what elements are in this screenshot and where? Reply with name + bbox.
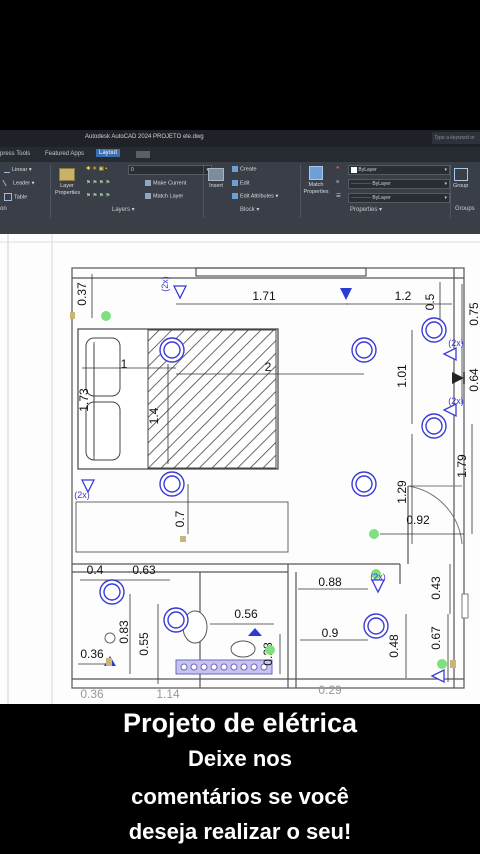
dim-114: 1.14 (156, 687, 180, 701)
insert-block-button[interactable]: Insert (208, 168, 224, 189)
tab-express-tools[interactable]: press Tools (0, 151, 30, 157)
linear-dimension-button[interactable]: Linear ▾ (4, 166, 32, 173)
dim-055: 0.55 (137, 632, 151, 656)
dim-07: 0.7 (173, 510, 187, 527)
edit-attributes-button[interactable]: Edit Attributes ▾ (232, 193, 278, 199)
linear-icon (4, 166, 10, 173)
circuit-tag: (2x) (370, 572, 386, 582)
circuit-tag: (2x) (74, 490, 90, 500)
caption-title: Projeto de elétrica (122, 708, 358, 738)
linetype-icon: ≡ (336, 179, 340, 185)
dim-048: 0.48 (387, 634, 401, 658)
window-title: Autodesk AutoCAD 2024 PROJETO ele.dwg (85, 134, 204, 140)
edit-icon (232, 180, 238, 186)
app-title-bar: Autodesk AutoCAD 2024 PROJETO ele.dwg Ty… (0, 130, 480, 147)
insert-icon (208, 168, 224, 181)
color-wheel-icon: ● (336, 165, 340, 171)
create-block-button[interactable]: Create (232, 166, 257, 172)
dim-043: 0.43 (429, 576, 443, 600)
dim-2: 2 (265, 360, 272, 374)
tab-featured-apps[interactable]: Featured Apps (45, 151, 84, 157)
annotation-panel-footer[interactable]: on (0, 206, 7, 216)
dim-092: 0.92 (406, 513, 430, 527)
dim-101: 1.01 (395, 364, 409, 388)
dim-064: 0.64 (467, 368, 480, 392)
layers-panel-footer[interactable]: Layers ▾ (112, 206, 135, 216)
search-input[interactable]: Type a keyword or (432, 132, 480, 144)
layer-dropdown[interactable]: 0▾ (128, 165, 212, 175)
properties-panel-footer[interactable]: Properties ▾ (350, 206, 382, 216)
block-panel-footer[interactable]: Block ▾ (240, 206, 259, 216)
match-properties-icon (309, 166, 323, 180)
caption-line-3: comentários se você (131, 784, 349, 809)
match-properties-button[interactable]: Match Properties (301, 166, 331, 196)
layer-tools-icons-2[interactable]: ⚑ ⚑ ⚑ ⚑ (86, 193, 110, 199)
sink (230, 640, 256, 658)
caption-line-2: Deixe nos (188, 746, 292, 771)
circuit-tag: (2x) (448, 396, 464, 406)
circuit-tag: (2x) (160, 276, 170, 292)
dim-036: 0.36 (80, 647, 104, 661)
create-icon (232, 166, 238, 172)
dim-09: 0.9 (322, 626, 339, 640)
lineweight-dropdown[interactable]: ———— ByLayer ▾ (348, 193, 450, 203)
layer-tools-icons[interactable]: ⚑ ⚑ ⚑ ⚑ (86, 180, 110, 186)
tab-layout[interactable]: Layout (96, 149, 121, 157)
dim-179: 1.79 (455, 454, 469, 478)
linetype-dropdown[interactable]: ———— ByLayer ▾ (348, 179, 450, 189)
leader-button[interactable]: Leader ▾ (2, 180, 34, 186)
edit-attributes-icon (232, 193, 238, 199)
match-layer-button[interactable]: Match Layer (145, 193, 183, 199)
dim-029: 0.29 (318, 683, 342, 697)
dim-036b: 0.36 (80, 687, 104, 701)
layer-properties-button[interactable]: Layer Properties (55, 168, 80, 197)
edit-block-button[interactable]: Edit (232, 180, 249, 186)
dim-088: 0.88 (318, 575, 342, 589)
lineweight-icon: ☰ (336, 193, 341, 199)
group-icon (453, 168, 468, 181)
layer-state-icons: ✱ ☀ ▣ ▪ (86, 166, 108, 172)
ribbon-border (0, 220, 480, 234)
dim-063: 0.63 (132, 563, 156, 577)
table-icon (4, 193, 12, 201)
dim-1: 1 (121, 357, 128, 371)
match-layer-icon (145, 193, 151, 199)
leader-icon (2, 180, 13, 186)
dim-171: 1.71 (252, 289, 276, 303)
dim-04: 0.4 (87, 563, 104, 577)
ribbon: Linear ▾ Leader ▾ Table on Layer Propert… (0, 162, 480, 220)
dim-075: 0.75 (467, 302, 480, 326)
table-button[interactable]: Table (4, 193, 27, 201)
dim-037: 0.37 (75, 282, 89, 306)
dim-14: 1.4 (147, 407, 161, 424)
drawing-canvas[interactable]: 0.37 1.71 1.2 0.5 0.75 1 2 1.73 1.4 1.01… (0, 234, 480, 704)
ribbon-tabs: press Tools Featured Apps Layout (0, 147, 480, 162)
dim-083: 0.83 (117, 620, 131, 644)
dim-129: 1.29 (395, 480, 409, 504)
make-current-icon (145, 180, 151, 186)
dim-05: 0.5 (423, 293, 437, 310)
groups-panel-footer[interactable]: Groups (455, 206, 475, 216)
caption-line-4: deseja realizar o seu! (128, 819, 352, 844)
make-current-button[interactable]: Make Current (145, 180, 186, 186)
tab-options-icon[interactable] (136, 151, 150, 158)
color-dropdown[interactable]: ByLayer ▾ (348, 165, 450, 175)
dim-173: 1.73 (77, 388, 91, 412)
dim-067: 0.67 (429, 626, 443, 650)
dim-056: 0.56 (234, 607, 258, 621)
circuit-tag: (2x) (448, 338, 464, 348)
group-button[interactable]: Group (453, 168, 468, 189)
layer-properties-icon (59, 168, 75, 181)
dim-12: 1.2 (395, 289, 412, 303)
floor-plan: 0.37 1.71 1.2 0.5 0.75 1 2 1.73 1.4 1.01… (0, 234, 480, 704)
